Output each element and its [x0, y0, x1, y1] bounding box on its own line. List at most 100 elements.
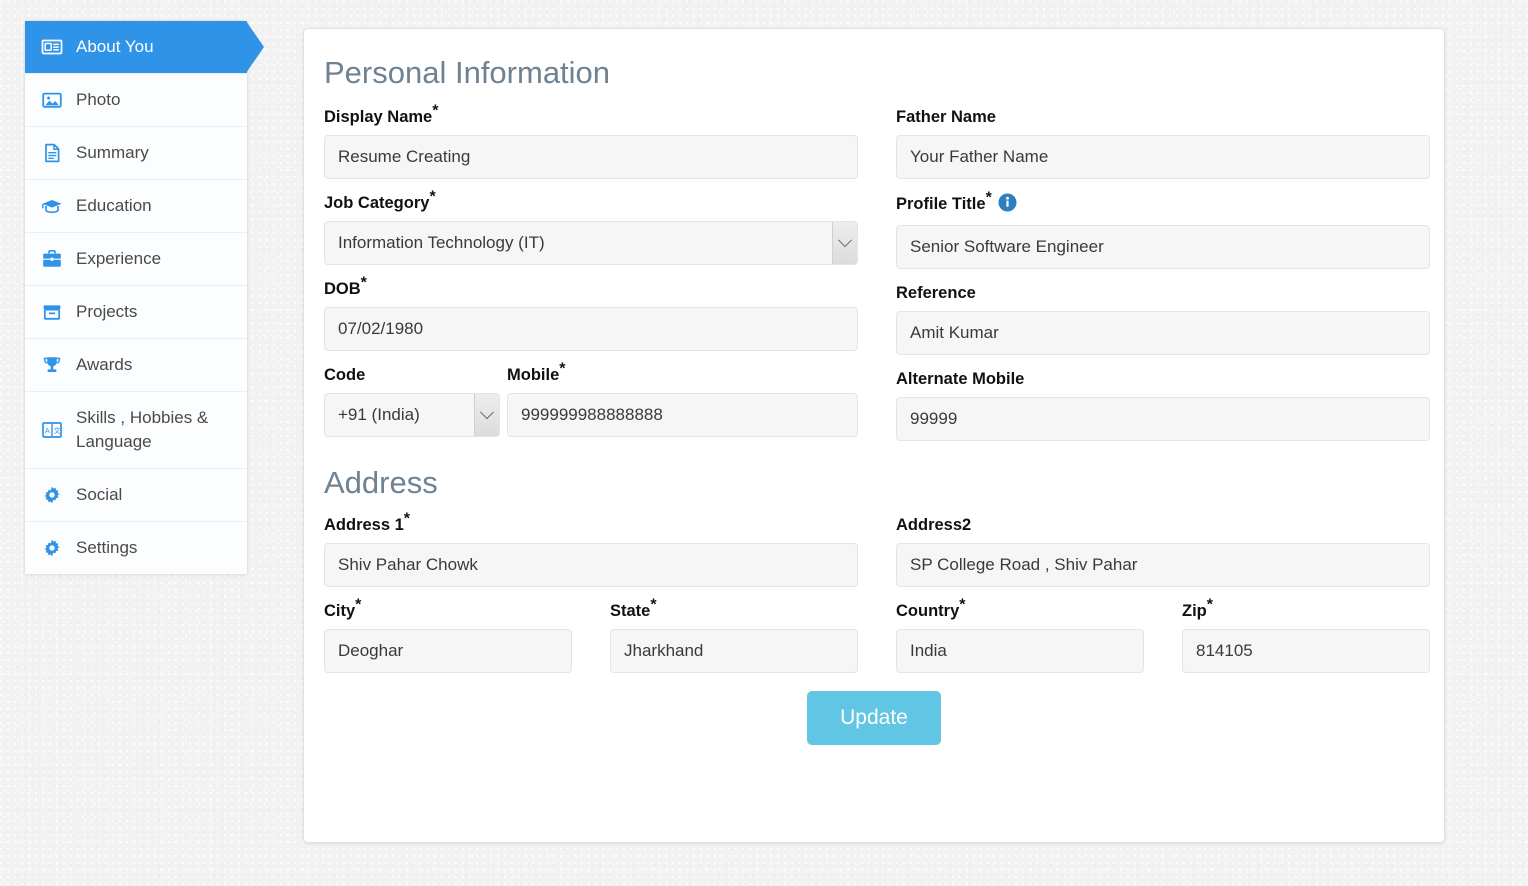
document-icon: [41, 142, 63, 164]
sidebar-item-summary[interactable]: Summary: [25, 127, 247, 180]
gear-icon: [41, 537, 63, 559]
field-zip: Zip*: [1182, 601, 1430, 673]
sidebar-item-label: Education: [76, 194, 233, 218]
info-icon[interactable]: [998, 193, 1017, 217]
sidebar-item-projects[interactable]: Projects: [25, 286, 247, 339]
phone-inputs: [324, 393, 858, 437]
sidebar-item-education[interactable]: Education: [25, 180, 247, 233]
language-book-icon: A 文: [41, 419, 63, 441]
required-marker: *: [404, 511, 410, 528]
state-input[interactable]: [610, 629, 858, 673]
profile-title-label: Profile Title*: [896, 193, 1430, 217]
field-alternate-mobile: Alternate Mobile: [896, 369, 1430, 441]
page-title: Personal Information: [324, 53, 1424, 93]
sidebar-item-about-you[interactable]: About You: [25, 21, 247, 74]
field-dob: DOB*: [324, 279, 858, 351]
alternate-mobile-input[interactable]: [896, 397, 1430, 441]
form-row-1: Display Name* Job Category* DOB*: [324, 107, 1424, 455]
field-father-name: Father Name: [896, 107, 1430, 179]
field-address2: Address2: [896, 515, 1430, 587]
sidebar-item-experience[interactable]: Experience: [25, 233, 247, 286]
father-name-input[interactable]: [896, 135, 1430, 179]
field-country: Country*: [896, 601, 1144, 673]
country-code-select[interactable]: [324, 393, 500, 437]
display-name-input[interactable]: [324, 135, 858, 179]
svg-text:文: 文: [54, 426, 61, 435]
reference-label: Reference: [896, 283, 1430, 303]
sidebar-item-label: Awards: [76, 353, 233, 377]
sidebar-item-label: Experience: [76, 247, 233, 271]
code-select-wrap: [324, 393, 500, 437]
briefcase-icon: [41, 248, 63, 270]
field-city: City*: [324, 601, 572, 673]
address1-column: Address 1*: [324, 515, 858, 601]
required-marker: *: [559, 361, 565, 378]
dob-label: DOB*: [324, 279, 858, 299]
job-category-label: Job Category*: [324, 193, 858, 213]
sidebar-item-settings[interactable]: Settings: [25, 522, 247, 574]
svg-text:A: A: [45, 428, 50, 435]
gear-icon: [41, 484, 63, 506]
mobile-input-wrap: [507, 393, 858, 437]
job-category-select-wrap: [324, 221, 858, 265]
sidebar-item-photo[interactable]: Photo: [25, 74, 247, 127]
form-column-right: Father Name Profile Title* Reference Alt…: [896, 107, 1430, 455]
alternate-mobile-label: Alternate Mobile: [896, 369, 1430, 389]
required-marker: *: [1207, 597, 1213, 614]
archive-box-icon: [41, 301, 63, 323]
required-marker: *: [361, 275, 367, 292]
sidebar-item-skills-hobbies-language[interactable]: A 文 Skills , Hobbies & Language: [25, 392, 247, 469]
sidebar-nav: About You Photo: [24, 20, 248, 575]
form-actions: Update: [324, 691, 1424, 745]
required-marker: *: [429, 189, 435, 206]
sidebar-item-label: Settings: [76, 536, 233, 560]
address-section-title: Address: [324, 463, 1424, 503]
field-display-name: Display Name*: [324, 107, 858, 179]
required-marker: *: [432, 103, 438, 120]
job-category-select[interactable]: [324, 221, 858, 265]
trophy-icon: [41, 354, 63, 376]
required-marker: *: [986, 190, 992, 207]
image-icon: [41, 89, 63, 111]
sidebar-item-social[interactable]: Social: [25, 469, 247, 522]
form-column-left: Display Name* Job Category* DOB*: [324, 107, 858, 455]
country-input[interactable]: [896, 629, 1144, 673]
sidebar-item-label: Summary: [76, 141, 233, 165]
field-profile-title: Profile Title*: [896, 193, 1430, 269]
mobile-label: Mobile*: [507, 365, 858, 385]
sidebar-item-label: Skills , Hobbies & Language: [76, 406, 233, 454]
city-label: City*: [324, 601, 572, 621]
sidebar-item-label: Projects: [76, 300, 233, 324]
dob-input[interactable]: [324, 307, 858, 351]
code-label: Code: [324, 365, 500, 385]
required-marker: *: [650, 597, 656, 614]
update-button[interactable]: Update: [807, 691, 941, 745]
zip-input[interactable]: [1182, 629, 1430, 673]
mobile-input[interactable]: [507, 393, 858, 437]
address2-input[interactable]: [896, 543, 1430, 587]
address2-column: Address2: [896, 515, 1430, 601]
sidebar-item-label: Photo: [76, 88, 233, 112]
city-input[interactable]: [324, 629, 572, 673]
form-row-city-state-country-zip: City* State* Country* Zip*: [324, 601, 1424, 673]
sidebar-item-awards[interactable]: Awards: [25, 339, 247, 392]
personal-information-card: Personal Information Display Name* Job C…: [303, 28, 1445, 843]
reference-input[interactable]: [896, 311, 1430, 355]
profile-title-input[interactable]: [896, 225, 1430, 269]
address1-input[interactable]: [324, 543, 858, 587]
state-label: State*: [610, 601, 858, 621]
sidebar-item-label: About You: [76, 35, 233, 59]
graduation-cap-icon: [41, 195, 63, 217]
required-marker: *: [355, 597, 361, 614]
field-state: State*: [610, 601, 858, 673]
phone-labels: Code Mobile*: [324, 365, 858, 393]
form-row-address: Address 1* Address2: [324, 515, 1424, 601]
field-reference: Reference: [896, 283, 1430, 355]
app-root: About You Photo: [0, 0, 1528, 886]
field-job-category: Job Category*: [324, 193, 858, 265]
display-name-label: Display Name*: [324, 107, 858, 127]
father-name-label: Father Name: [896, 107, 1430, 127]
field-code-mobile: Code Mobile*: [324, 365, 858, 437]
zip-label: Zip*: [1182, 601, 1430, 621]
field-address1: Address 1*: [324, 515, 858, 587]
